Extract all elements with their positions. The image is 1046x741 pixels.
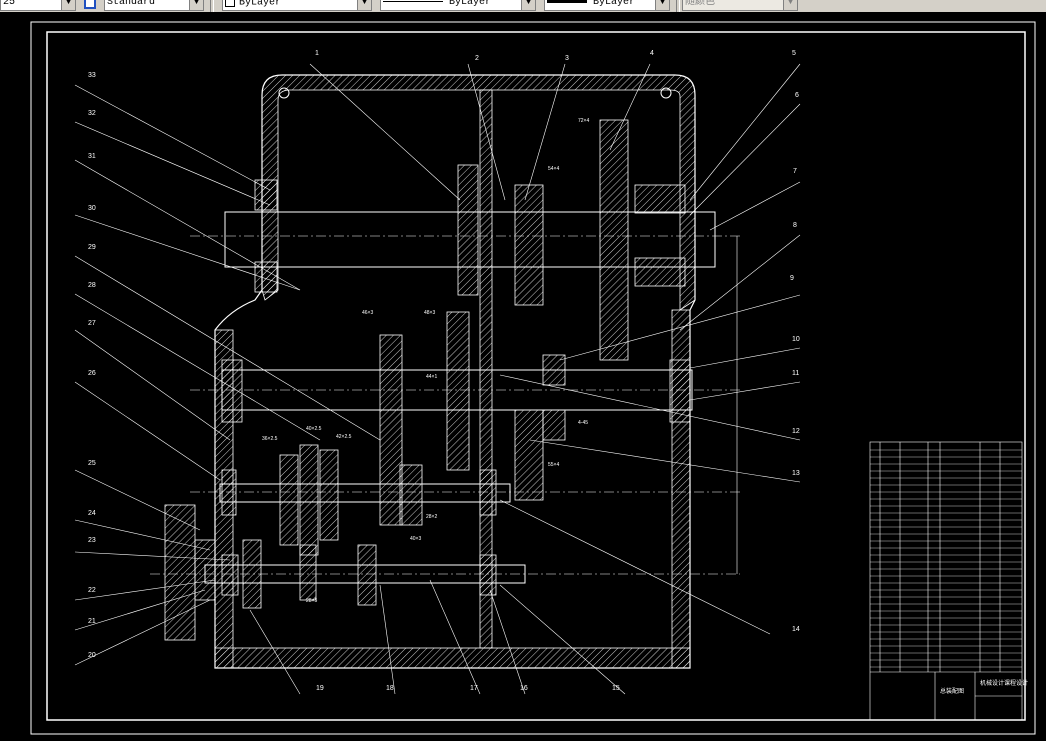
callout-number: 3 <box>565 55 569 62</box>
callout-number: 19 <box>316 685 324 692</box>
callout-number: 13 <box>792 470 800 477</box>
callout-number: 4 <box>650 50 654 57</box>
callout-number: 7 <box>793 168 797 175</box>
dimension-label: 4-45 <box>578 420 589 426</box>
dimension-label: 55×4 <box>548 462 560 468</box>
callout-number: 11 <box>792 370 800 377</box>
lineweight-preview-icon <box>547 0 587 3</box>
callout-number: 15 <box>612 685 620 692</box>
linetype-combo[interactable]: ByLayer ▼ <box>380 0 536 11</box>
callout-number: 12 <box>792 428 800 435</box>
chevron-down-icon[interactable]: ▼ <box>189 0 203 10</box>
scale-value: 25 <box>3 0 16 8</box>
linetype-value: ByLayer <box>449 0 492 8</box>
drawing-name: 总装配图 <box>940 689 965 695</box>
dimension-label: 40×3 <box>410 536 422 542</box>
text-style-icon[interactable] <box>84 0 96 9</box>
callout-number: 27 <box>88 320 96 327</box>
plot-style-combo: 随颜色 ▼ <box>682 0 798 11</box>
text-style-value: Standard <box>107 0 156 8</box>
callout-number: 29 <box>88 244 96 251</box>
callout-number: 28 <box>88 282 96 289</box>
callout-number: 25 <box>88 460 96 467</box>
callout-number: 8 <box>793 222 797 229</box>
scale-combo[interactable]: 25 ▼ <box>0 0 76 11</box>
dimension-label: 28×5 <box>306 598 318 604</box>
parts-list-rows <box>870 449 1022 668</box>
callout-number: 2 <box>475 55 479 62</box>
dimension-label: 40×2.5 <box>306 426 322 432</box>
callout-number: 24 <box>88 510 96 517</box>
layer-value: ByLayer <box>239 0 282 9</box>
callout-number: 16 <box>520 685 528 692</box>
callout-number: 20 <box>88 652 96 659</box>
layer-color-swatch-icon <box>225 0 235 7</box>
dimension-label: 46×3 <box>362 310 374 316</box>
callout-number: 32 <box>88 110 96 117</box>
callout-number: 10 <box>792 336 800 343</box>
drawing-canvas[interactable] <box>0 12 1046 741</box>
dimension-label: 28×2 <box>426 514 438 520</box>
school-name: 机械设计课程设计 <box>980 681 1029 687</box>
chevron-down-icon[interactable]: ▼ <box>521 0 535 10</box>
callout-number: 18 <box>386 685 394 692</box>
chevron-down-icon: ▼ <box>783 0 797 10</box>
callout-number: 1 <box>315 50 319 57</box>
callout-number: 33 <box>88 72 96 79</box>
dimension-label: 72×4 <box>578 118 590 124</box>
callout-number: 30 <box>88 205 96 212</box>
callout-number: 6 <box>795 92 799 99</box>
dimension-label: 44×1 <box>426 374 438 380</box>
plot-style-value: 随颜色 <box>685 0 715 8</box>
callout-number: 14 <box>792 626 800 633</box>
dimension-label: 54×4 <box>548 166 560 172</box>
callout-number: 21 <box>88 618 96 625</box>
text-style-combo[interactable]: Standard ▼ <box>104 0 204 11</box>
callout-number: 23 <box>88 537 96 544</box>
chevron-down-icon[interactable]: ▼ <box>61 0 75 10</box>
dimension-label: 42×2.5 <box>336 434 352 440</box>
properties-toolbar: 25 ▼ Standard ▼ ByLayer ▼ ByLayer ▼ ByLa… <box>0 0 1046 12</box>
lineweight-combo[interactable]: ByLayer ▼ <box>544 0 670 11</box>
callout-number: 31 <box>88 153 96 160</box>
gears <box>221 119 691 609</box>
chevron-down-icon[interactable]: ▼ <box>655 0 669 10</box>
lineweight-value: ByLayer <box>593 0 636 8</box>
callout-number: 17 <box>470 685 478 692</box>
callout-number: 5 <box>792 50 796 57</box>
separator <box>210 0 214 12</box>
callout-number: 22 <box>88 587 96 594</box>
callout-number: 9 <box>790 275 794 282</box>
callout-number: 26 <box>88 370 96 377</box>
dimension-label: 48×3 <box>424 310 436 316</box>
dimension-label: 36×2.5 <box>262 436 278 442</box>
linetype-preview-icon <box>383 0 443 2</box>
separator <box>676 0 680 12</box>
layer-combo[interactable]: ByLayer ▼ <box>222 0 372 11</box>
chevron-down-icon[interactable]: ▼ <box>357 0 371 10</box>
